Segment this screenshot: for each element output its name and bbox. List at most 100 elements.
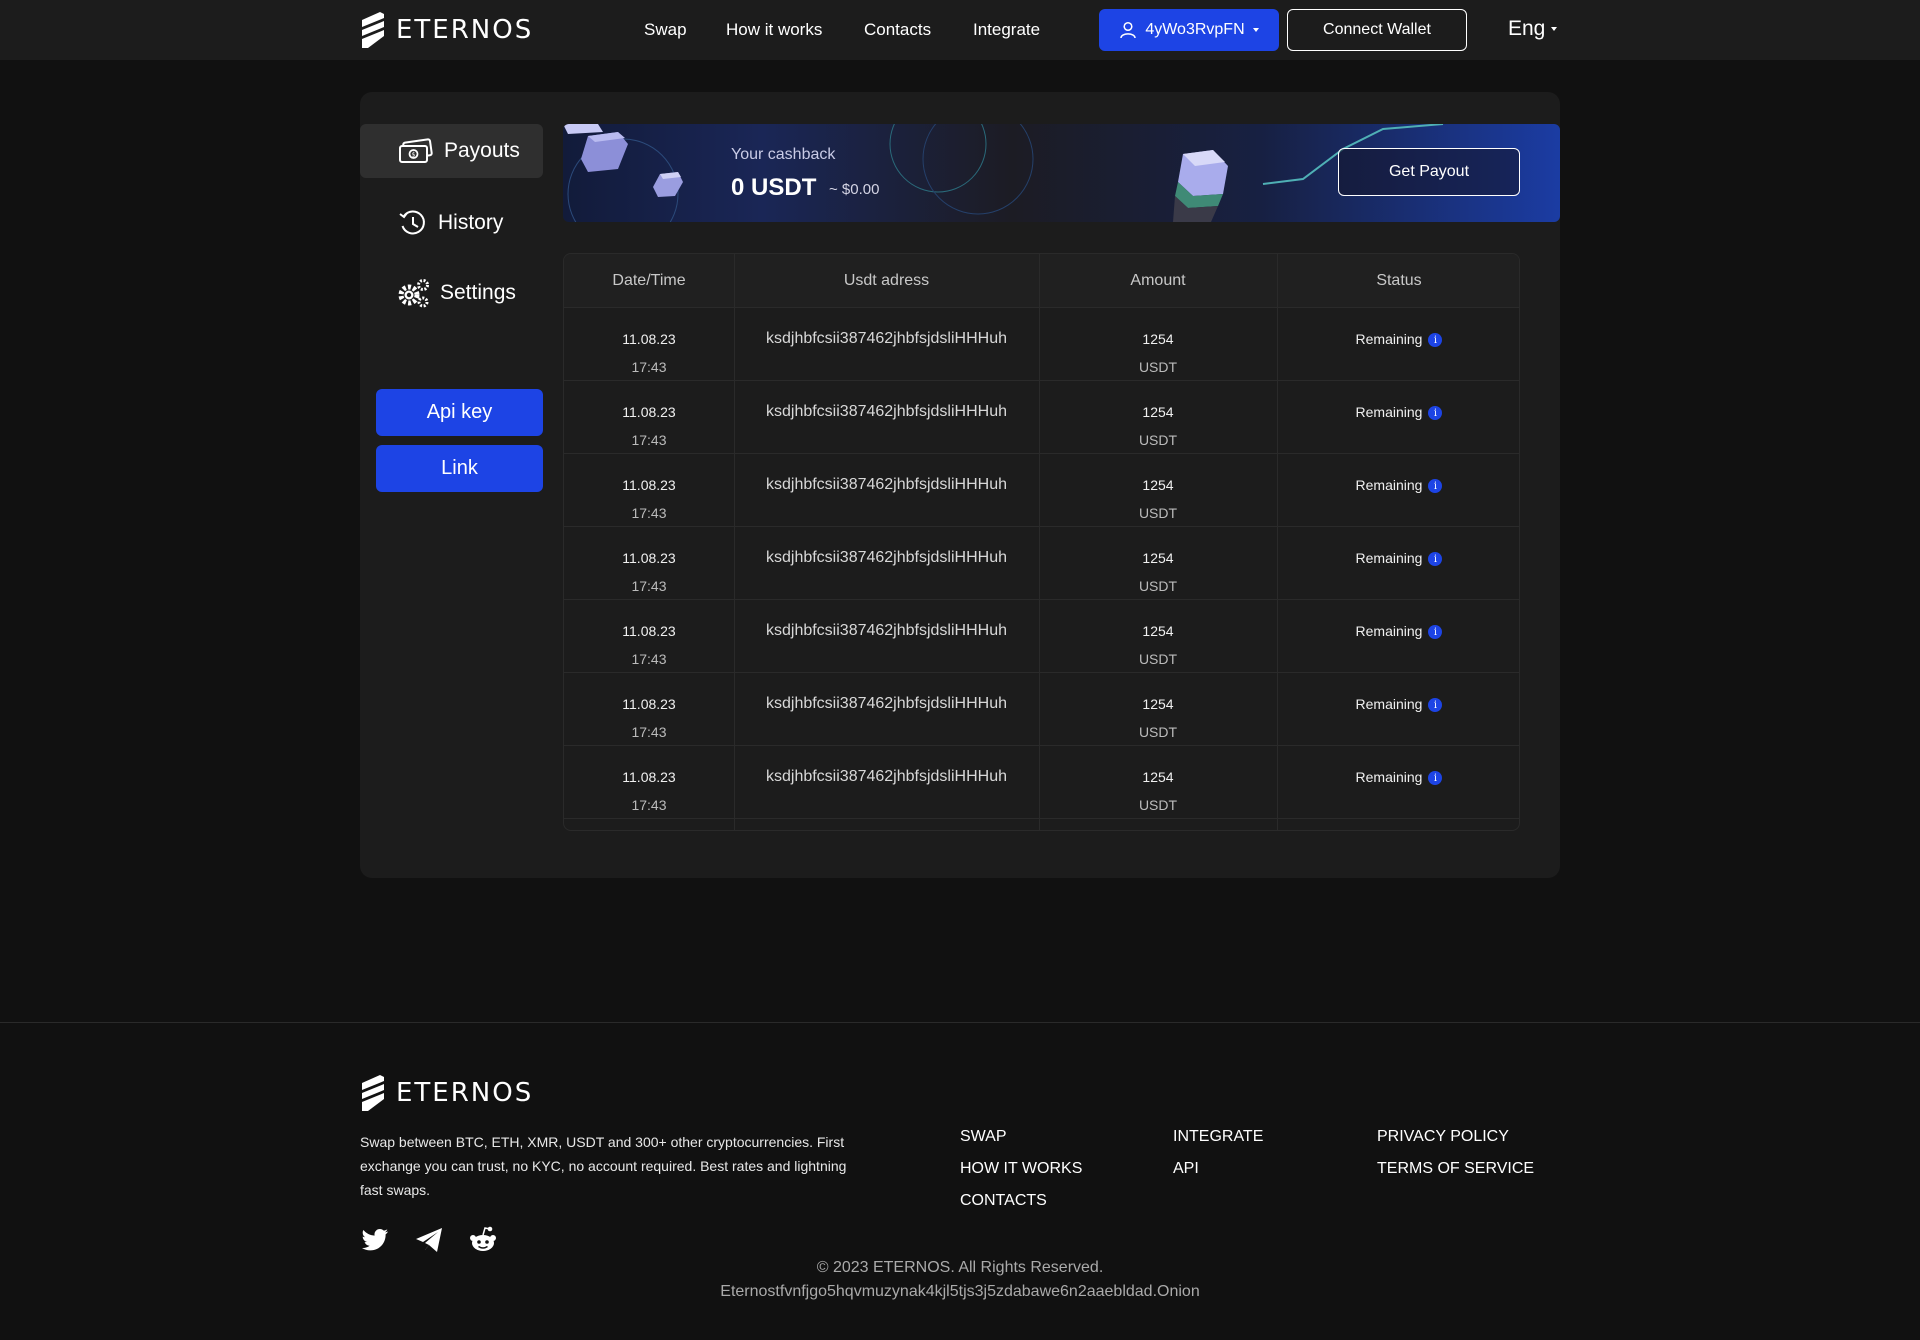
info-icon[interactable]: i [1428,625,1443,639]
cell-status: Remaining i [1277,454,1519,527]
cell-amount: 1254 USDT [1039,746,1277,819]
get-payout-button[interactable]: Get Payout [1338,148,1520,196]
cell-datetime: 11.08.23 17:43 [564,308,734,381]
row-currency: USDT [1138,505,1178,521]
row-address: ksdjhbfcsii387462jhbfsjdsliHHHuh [765,330,1007,347]
info-icon[interactable]: i [1428,698,1443,712]
row-address: ksdjhbfcsii387462jhbfsjdsliHHHuh [765,695,1007,712]
row-date: 11.08.23 [622,769,676,785]
cell-status: Remaining i [1277,308,1519,381]
chevron-down-icon [1551,27,1558,31]
row-date: 11.08.23 [622,623,676,639]
nav-link-integrate[interactable]: Integrate [973,20,1040,40]
copyright-text: © 2023 ETERNOS. All Rights Reserved. [816,1259,1104,1276]
column-header-datetime: Date/Time [612,272,686,289]
row-status: Remaining [1355,769,1423,785]
row-amount: 1254 [1142,769,1174,785]
cell-status: Remaining i [1277,673,1519,746]
table-row: 11.08.23 17:43 ksdjhbfcsii387462jhbfsjdsli… [564,527,1519,600]
cell-amount: 1254 USDT [1039,600,1277,673]
row-time: 17:43 [631,432,667,448]
row-address: ksdjhbfcsii387462jhbfsjdsliHHHuh [765,476,1007,493]
row-currency: USDT [1138,359,1178,375]
logo-icon [362,1075,384,1111]
nav-link-contacts[interactable]: Contacts [864,20,931,40]
info-icon[interactable]: i [1428,333,1443,347]
row-time: 17:43 [631,359,667,375]
row-amount: 1254 [1142,331,1174,347]
cell-datetime: 11.08.23 17:43 [564,600,734,673]
user-account-button[interactable]: 4yWo3RvpFN [1099,9,1279,51]
row-time: 17:43 [631,505,667,521]
logo-text: ETERNOS [396,1078,534,1108]
row-date: 11.08.23 [622,404,676,420]
api-key-button[interactable]: Api key [376,389,543,436]
language-label: Eng [1508,17,1546,40]
user-icon [1120,21,1137,39]
row-amount: 1254 [1142,404,1174,420]
footer-link-api[interactable]: API [1173,1160,1199,1178]
row-address: ksdjhbfcsii387462jhbfsjdsliHHHuh [765,549,1007,566]
footer-link-how-it-works[interactable]: HOW IT WORKS [960,1160,1082,1178]
connect-wallet-button[interactable]: Connect Wallet [1287,9,1467,51]
history-icon [399,210,425,235]
link-button[interactable]: Link [376,445,543,492]
row-amount: 1254 [1142,623,1174,639]
reddit-icon[interactable] [468,1225,498,1255]
footer-link-privacy-policy[interactable]: PRIVACY POLICY [1377,1128,1509,1146]
table-row: 11.08.23 17:43 ksdjhbfcsii387462jhbfsjdsli… [564,746,1519,819]
logo-text: ETERNOS [396,15,534,45]
row-status: Remaining [1355,404,1423,420]
cell-status: Remaining i [1277,746,1519,819]
cashback-label: Your cashback [731,146,836,163]
cell-amount: 1254 USDT [1039,308,1277,381]
brand-logo[interactable]: ETERNOS [360,10,533,50]
nav-link-swap[interactable]: Swap [644,20,687,40]
footer-link-integrate[interactable]: INTEGRATE [1173,1128,1263,1146]
row-currency: USDT [1138,432,1178,448]
cell-amount: 1254 USDT [1039,454,1277,527]
cashback-value: 0 USDT [731,174,817,201]
row-currency: USDT [1138,797,1178,813]
row-status: Remaining [1355,331,1423,347]
sidebar-item-payouts[interactable]: $ Payouts [360,124,543,178]
sidebar-item-settings[interactable]: Settings [360,266,543,320]
row-status: Remaining [1355,623,1423,639]
nav-link-how-it-works[interactable]: How it works [726,20,822,40]
cell-datetime: 11.08.23 17:43 [564,527,734,600]
cell-datetime: 11.08.23 17:43 [564,454,734,527]
twitter-icon[interactable] [360,1225,390,1255]
row-currency: USDT [1138,578,1178,594]
footer-link-terms-of-service[interactable]: TERMS OF SERVICE [1377,1160,1534,1178]
cell-status: Remaining i [1277,600,1519,673]
table-row: 11.08.23 17:43 ksdjhbfcsii387462jhbfsjdsli… [564,454,1519,527]
row-currency: USDT [1138,724,1178,740]
info-icon[interactable]: i [1428,552,1443,566]
row-time: 17:43 [631,578,667,594]
language-selector[interactable]: Eng [1508,17,1558,41]
footer-brand-logo[interactable]: ETERNOS [360,1073,533,1113]
table-header: Date/Time Usdt adress Amount Status [564,254,1519,308]
cell-status: Remaining i [1277,381,1519,454]
chevron-down-icon [1252,28,1259,32]
table-row: 11.08.23 17:43 ksdjhbfcsii387462jhbfsjdsli… [564,308,1519,381]
row-address: ksdjhbfcsii387462jhbfsjdsliHHHuh [765,622,1007,639]
info-icon[interactable]: i [1428,771,1443,785]
column-header-address: Usdt adress [843,272,930,289]
row-address: ksdjhbfcsii387462jhbfsjdsliHHHuh [765,403,1007,420]
row-time: 17:43 [631,797,667,813]
footer-link-contacts[interactable]: CONTACTS [960,1192,1047,1210]
footer-link-swap[interactable]: SWAP [960,1128,1007,1146]
table-row: 11.08.23 17:43 ksdjhbfcsii387462jhbfsjdsli… [564,673,1519,746]
info-icon[interactable]: i [1428,479,1443,493]
cell-datetime: 11.08.23 17:43 [564,746,734,819]
cell-datetime: 11.08.23 17:43 [564,673,734,746]
money-icon: $ [399,138,433,163]
row-time: 17:43 [631,724,667,740]
telegram-icon[interactable] [414,1225,444,1255]
user-id-label: 4yWo3RvpFN [1145,21,1245,38]
cell-amount: 1254 USDT [1039,381,1277,454]
row-currency: USDT [1138,651,1178,667]
sidebar-item-history[interactable]: History [360,196,543,250]
info-icon[interactable]: i [1428,406,1443,420]
